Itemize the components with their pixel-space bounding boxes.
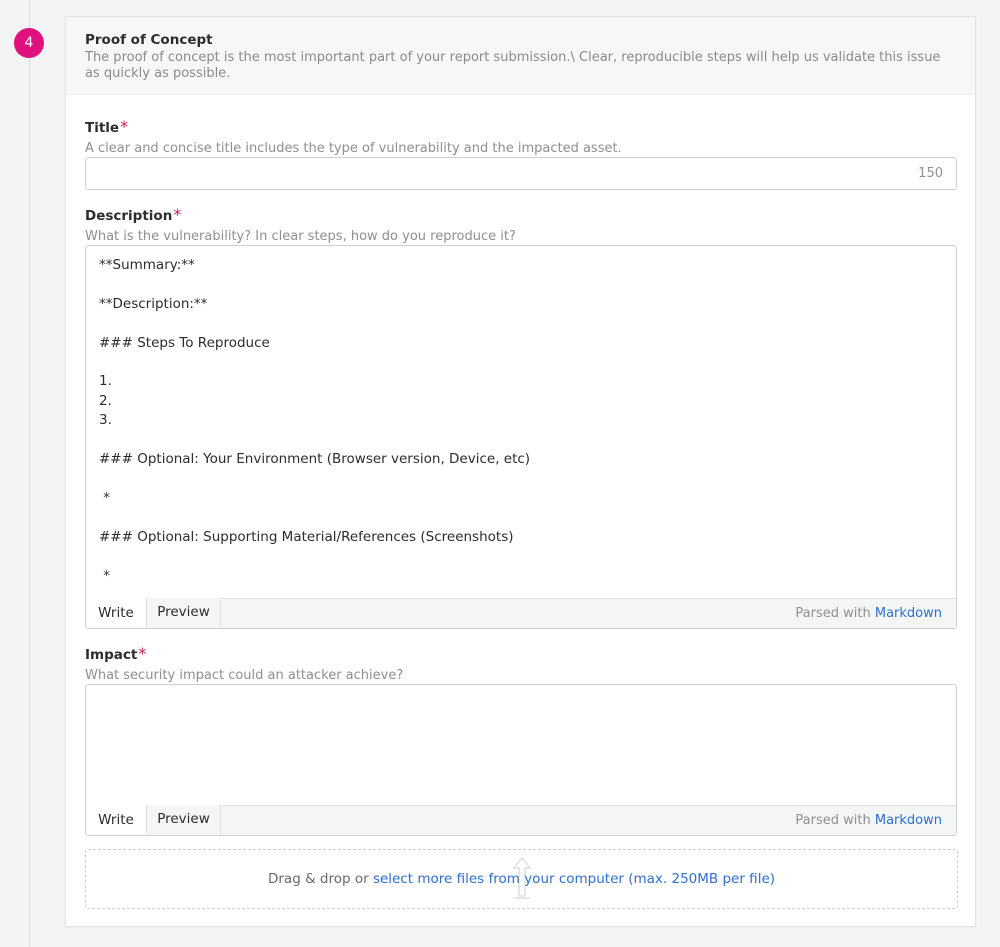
- impact-tab-write[interactable]: Write: [86, 805, 146, 834]
- title-help-text: A clear and concise title includes the t…: [85, 141, 622, 156]
- description-tab-preview[interactable]: Preview: [146, 598, 221, 627]
- impact-label: Impact: [85, 647, 138, 663]
- required-marker: *: [138, 644, 147, 663]
- proof-of-concept-card: Proof of Concept The proof of concept is…: [65, 16, 976, 927]
- card-header: Proof of Concept The proof of concept is…: [66, 17, 975, 95]
- parsed-with-text: Parsed with: [795, 606, 871, 621]
- required-marker: *: [120, 117, 129, 136]
- title-label: Title: [85, 120, 120, 136]
- description-editor: **Summary:** **Description:** ### Steps …: [85, 245, 957, 629]
- required-marker: *: [173, 205, 182, 224]
- impact-help-text: What security impact could an attacker a…: [85, 668, 404, 683]
- impact-editor-toolbar: Write Preview Parsed with Markdown: [86, 805, 956, 835]
- markdown-link[interactable]: Markdown: [875, 606, 942, 621]
- impact-textarea[interactable]: [86, 685, 956, 805]
- file-dropzone[interactable]: Drag & drop or select more files from yo…: [85, 849, 958, 909]
- title-char-count: 150: [918, 166, 943, 181]
- impact-field-label-group: Impact*: [85, 644, 146, 663]
- timeline-line: [29, 0, 30, 947]
- description-parsed-note: Parsed with Markdown: [795, 599, 942, 628]
- description-field-label-group: Description*: [85, 205, 181, 224]
- parsed-with-text: Parsed with: [795, 813, 871, 828]
- title-input[interactable]: 150: [85, 157, 957, 190]
- upload-icon: [512, 856, 532, 899]
- section-description: The proof of concept is the most importa…: [85, 50, 941, 81]
- section-title: Proof of Concept: [85, 32, 213, 48]
- step-number-badge: 4: [14, 28, 44, 58]
- markdown-link[interactable]: Markdown: [875, 813, 942, 828]
- dropzone-prefix: Drag & drop or: [267, 871, 369, 887]
- description-textarea[interactable]: **Summary:** **Description:** ### Steps …: [86, 246, 956, 598]
- description-tab-write[interactable]: Write: [86, 598, 146, 627]
- impact-parsed-note: Parsed with Markdown: [795, 806, 942, 835]
- description-label: Description: [85, 208, 173, 224]
- impact-editor: Write Preview Parsed with Markdown: [85, 684, 957, 836]
- description-help-text: What is the vulnerability? In clear step…: [85, 229, 516, 244]
- select-files-link[interactable]: select more files from your computer (ma…: [373, 871, 775, 887]
- title-field-label-group: Title*: [85, 117, 128, 136]
- description-editor-toolbar: Write Preview Parsed with Markdown: [86, 598, 956, 628]
- impact-tab-preview[interactable]: Preview: [146, 805, 221, 834]
